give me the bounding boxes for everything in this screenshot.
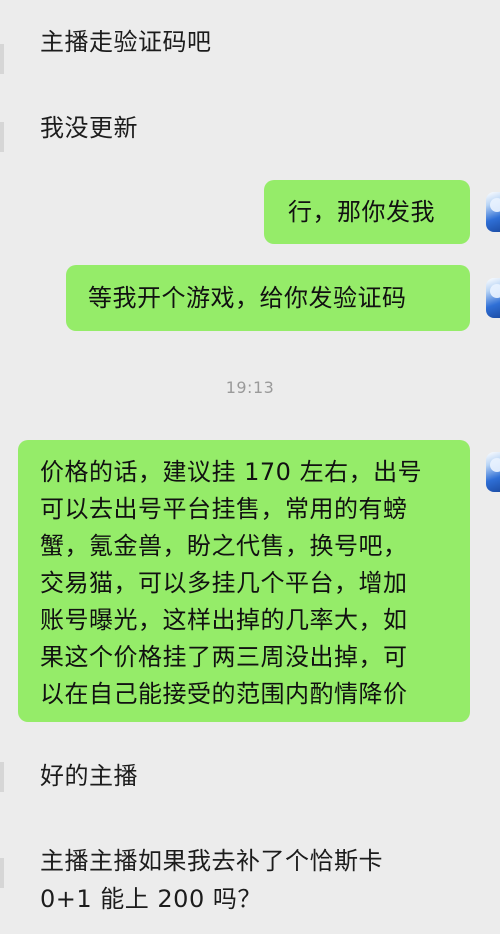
left-edge-avatar-sliver [0, 122, 4, 152]
message-text: 我没更新 [40, 114, 138, 142]
avatar-icon[interactable] [486, 452, 500, 492]
message-line: 0+1 能上 200 吗？ [40, 885, 262, 913]
message-text: 好的主播 [40, 762, 138, 790]
message-line: 主播主播如果我去补了个恰斯卡 [40, 847, 383, 875]
message-line: 以在自己能接受的范围内酌情降价 [40, 680, 408, 708]
message-left[interactable]: 主播走验证码吧 [40, 24, 212, 60]
message-bubble-self[interactable]: 价格的话，建议挂 170 左右，出号 可以去出号平台挂售，常用的有螃 蟹，氪金兽… [18, 440, 470, 722]
message-line: 果这个价格挂了两三周没出掉，可 [40, 643, 408, 671]
left-edge-avatar-sliver [0, 44, 4, 74]
message-text: 等我开个游戏，给你发验证码 [88, 284, 407, 312]
message-line: 可以去出号平台挂售，常用的有螃 [40, 495, 408, 523]
message-text: 主播走验证码吧 [40, 28, 212, 56]
avatar-icon[interactable] [486, 192, 500, 232]
message-line: 账号曝光，这样出掉的几率大，如 [40, 606, 408, 634]
message-left[interactable]: 我没更新 [40, 110, 138, 146]
left-edge-avatar-sliver [0, 858, 4, 888]
message-left[interactable]: 好的主播 [40, 758, 138, 794]
chat-view: 主播走验证码吧 我没更新 行，那你发我 等我开个游戏，给你发验证码 19:13 … [0, 0, 500, 934]
left-edge-avatar-sliver [0, 762, 4, 792]
message-bubble-self[interactable]: 行，那你发我 [264, 180, 470, 244]
message-timestamp: 19:13 [225, 378, 275, 397]
message-line: 价格的话，建议挂 170 左右，出号 [40, 458, 423, 486]
message-line: 交易猫，可以多挂几个平台，增加 [40, 569, 408, 597]
message-bubble-self[interactable]: 等我开个游戏，给你发验证码 [66, 265, 470, 331]
message-text: 行，那你发我 [288, 198, 435, 226]
message-line: 蟹，氪金兽，盼之代售，换号吧， [40, 532, 408, 560]
avatar-icon[interactable] [486, 278, 500, 318]
message-left[interactable]: 主播主播如果我去补了个恰斯卡 0+1 能上 200 吗？ [40, 842, 383, 918]
